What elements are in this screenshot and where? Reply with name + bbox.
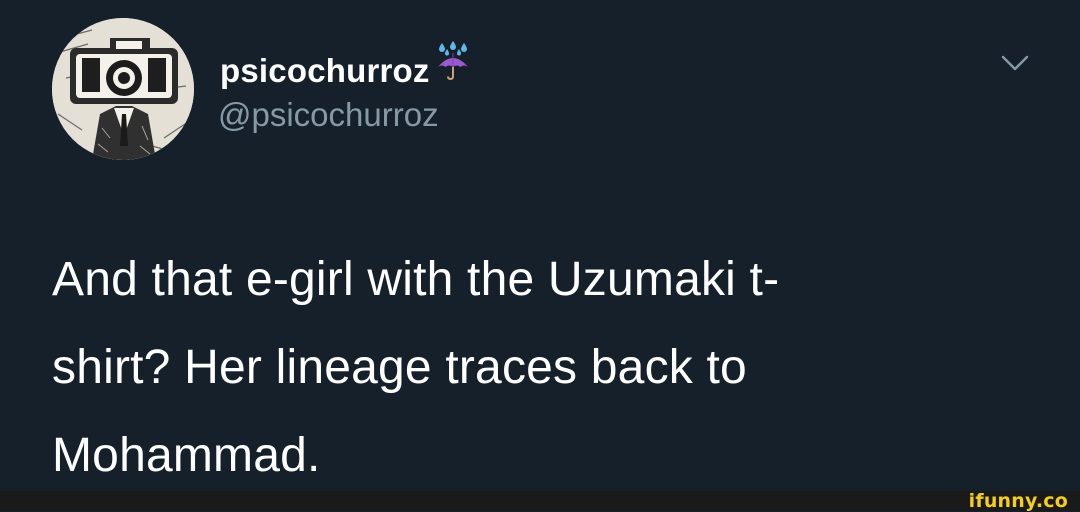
- tweet-text-line: shirt? Her lineage traces back to: [52, 341, 747, 394]
- umbrella-with-rain-drops-icon: [436, 41, 470, 86]
- avatar[interactable]: [52, 18, 194, 160]
- user-handle[interactable]: @psicochurroz: [218, 96, 439, 134]
- display-name[interactable]: psicochurroz: [220, 52, 430, 90]
- tweet-text-line: And that e-girl with the Uzumaki t-: [52, 253, 780, 306]
- ifunny-watermark: ifunny.co: [968, 490, 1068, 512]
- watermark-bar: ifunny.co: [0, 491, 1080, 511]
- tweet-card: psicochurroz @psicochurroz And that e-gi…: [0, 0, 1080, 491]
- display-name-row: psicochurroz: [220, 41, 470, 90]
- chevron-down-icon[interactable]: [1001, 54, 1029, 72]
- tweet-text-line: Mohammad.: [52, 429, 321, 482]
- tweet-text: And that e-girl with the Uzumaki t- shir…: [52, 236, 952, 500]
